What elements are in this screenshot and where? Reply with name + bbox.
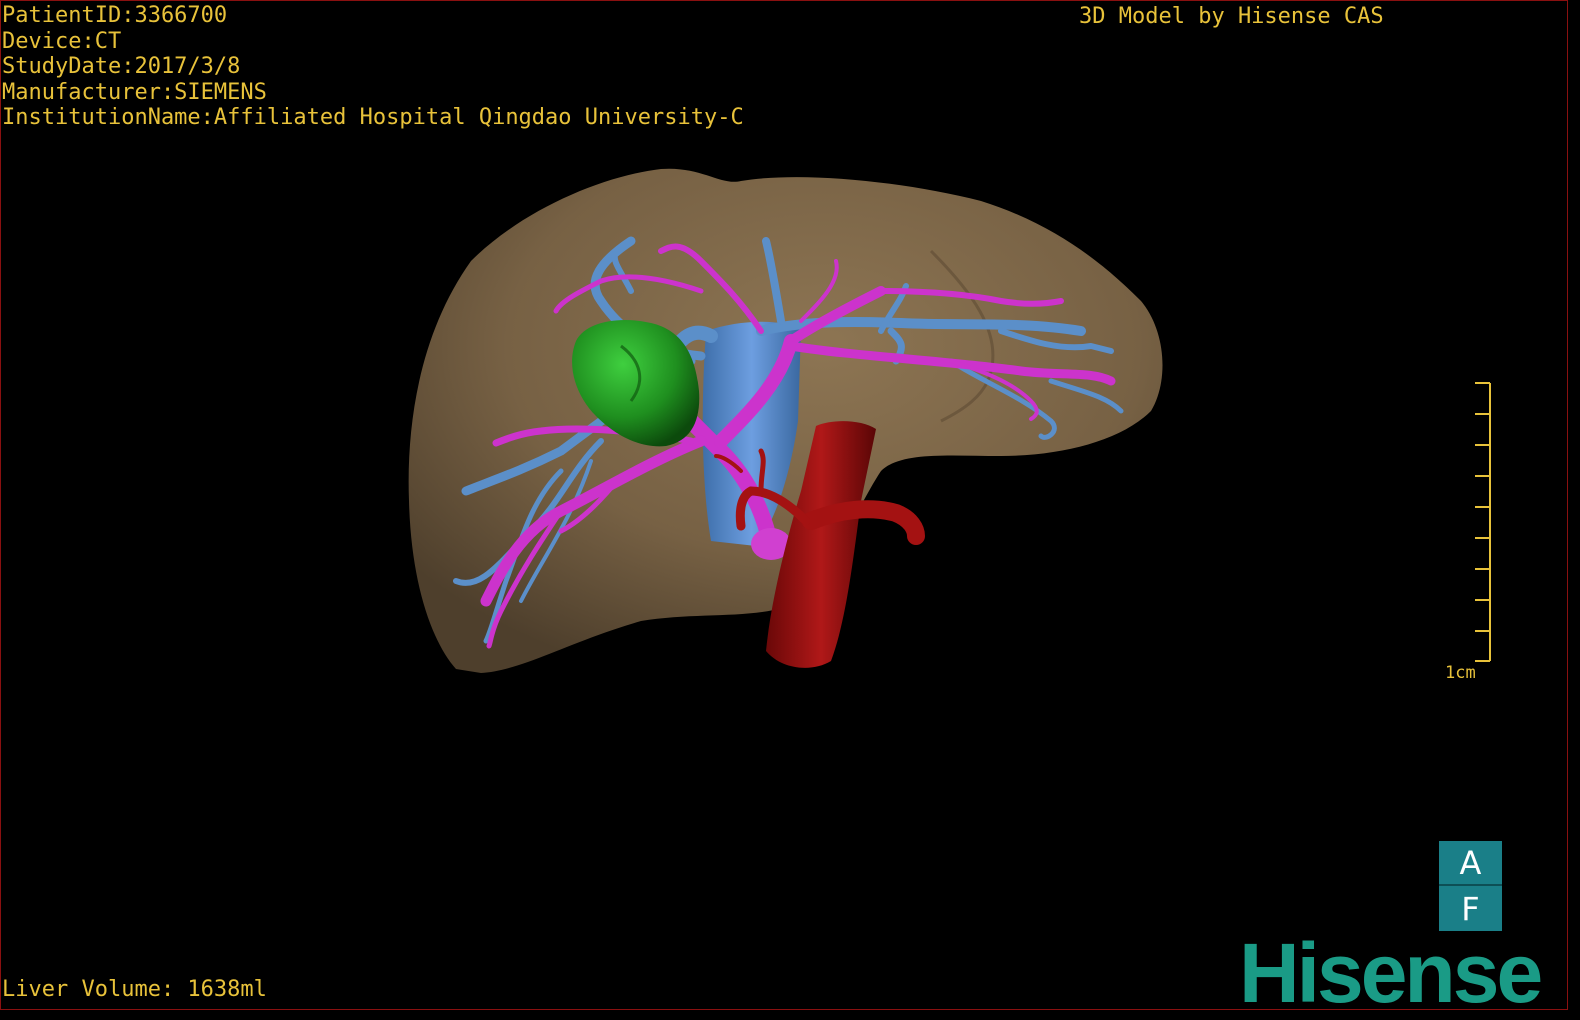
liver-volume: Liver Volume: 1638ml xyxy=(2,977,267,1002)
patient-id: PatientID:3366700 xyxy=(2,3,228,28)
institution-name: InstitutionName:Affiliated Hospital Qing… xyxy=(2,105,744,130)
model-credit: 3D Model by Hisense CAS xyxy=(1079,4,1384,29)
orientation-cube[interactable]: A F xyxy=(1439,841,1502,931)
orientation-foot-face[interactable]: F xyxy=(1439,886,1502,931)
device: Device:CT xyxy=(2,28,122,54)
manufacturer: Manufacturer:SIEMENS xyxy=(2,79,267,105)
3d-model-viewport[interactable] xyxy=(1,1,1568,1010)
hisense-logo: Hisense xyxy=(1239,926,1543,1010)
scale-bar xyxy=(1475,382,1491,662)
orientation-anterior-face[interactable]: A xyxy=(1439,841,1502,886)
patient-info-overlay: PatientID:3366700 Device:CT StudyDate:20… xyxy=(2,3,744,131)
scale-bar-label: 1cm xyxy=(1445,663,1476,683)
study-date: StudyDate:2017/3/8 xyxy=(2,54,241,79)
viewer-frame: PatientID:3366700 Device:CT StudyDate:20… xyxy=(0,0,1568,1010)
